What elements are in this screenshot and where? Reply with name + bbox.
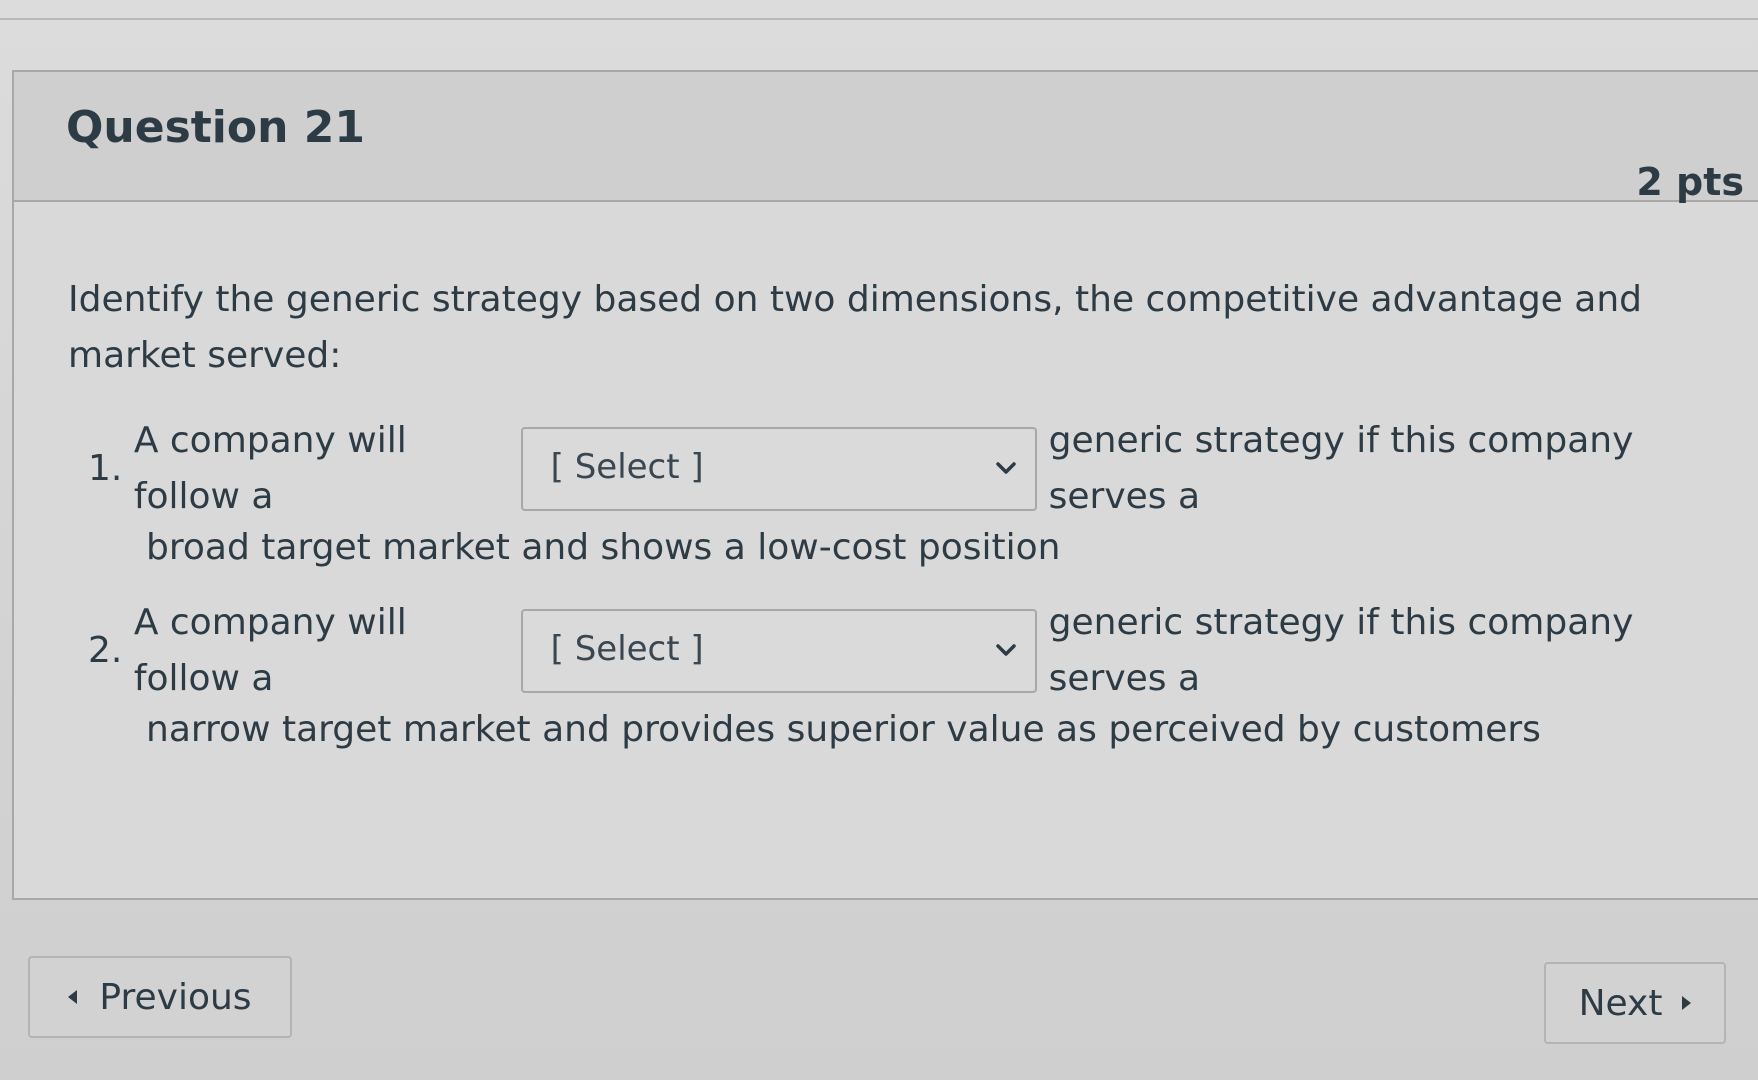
triangle-right-icon: [1682, 996, 1692, 1010]
question-header: Question 21 2 pts: [14, 72, 1758, 204]
top-divider: [0, 18, 1758, 20]
next-button[interactable]: Next: [1544, 962, 1726, 1044]
question-title: Question 21: [66, 102, 365, 153]
item-2-prefix: A company will follow a: [133, 602, 407, 699]
previous-button[interactable]: Previous: [28, 956, 292, 1038]
chevron-down-icon: [995, 462, 1016, 474]
question-body: Identify the generic strategy based on t…: [14, 202, 1758, 758]
item-2-select-dropdown[interactable]: [ Select ]: [520, 609, 1037, 693]
item-2-continuation: narrow target market and provides superi…: [146, 709, 1541, 750]
item-2-line: 2. A company will follow a [ Select ] ge…: [68, 602, 1706, 699]
item-2-number: 2.: [88, 630, 123, 671]
item-2-select-value: [ Select ]: [550, 629, 704, 669]
item-1-suffix: generic strategy if this company serves …: [1048, 420, 1634, 517]
item-1-prefix: A company will follow a: [133, 420, 407, 517]
item-1-select-dropdown[interactable]: [ Select ]: [520, 427, 1037, 511]
quiz-page: Question 21 2 pts Identify the generic s…: [0, 0, 1758, 1080]
item-1-number: 1.: [88, 448, 123, 489]
question-points: 2 pts: [1636, 160, 1744, 204]
chevron-down-icon: [995, 644, 1016, 656]
question-prompt: Identify the generic strategy based on t…: [68, 279, 1642, 376]
next-button-label: Next: [1578, 982, 1663, 1024]
item-1-continuation: broad target market and shows a low-cost…: [146, 527, 1061, 568]
item-1-select-value: [ Select ]: [550, 447, 704, 487]
question-item-2: 2. A company will follow a [ Select ] ge…: [68, 602, 1706, 758]
item-1-line: 1. A company will follow a [ Select ] ge…: [68, 420, 1706, 517]
item-2-suffix: generic strategy if this company serves …: [1048, 602, 1634, 699]
triangle-left-icon: [68, 990, 78, 1004]
question-item-1: 1. A company will follow a [ Select ] ge…: [68, 420, 1706, 576]
question-card: Question 21 2 pts Identify the generic s…: [12, 70, 1758, 900]
previous-button-label: Previous: [99, 976, 252, 1018]
